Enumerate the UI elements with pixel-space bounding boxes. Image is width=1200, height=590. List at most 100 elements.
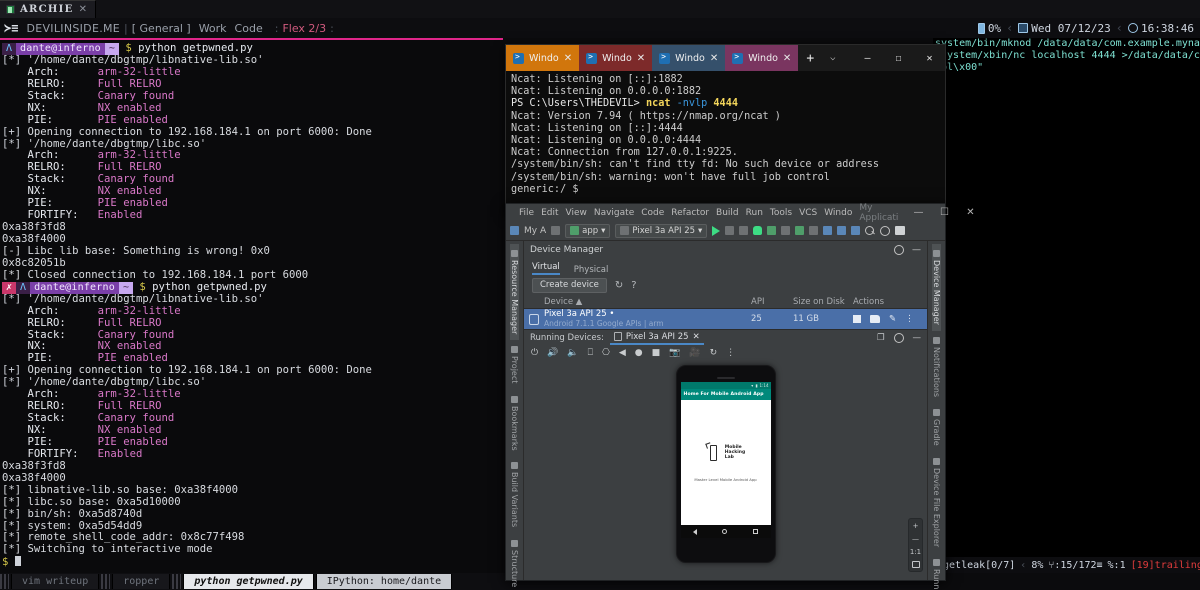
running-device-tab[interactable]: Pixel 3a API 25 ✕: [609, 330, 704, 345]
run-button-icon[interactable]: [712, 225, 721, 236]
windows-terminal-window[interactable]: Windo ✕ Windo ✕ Windo ✕ Windo ✕ + ⌵ —: [505, 44, 946, 215]
android-emulator-device[interactable]: ▾ ▮ 1:14 Home For Mobile Android App Mob…: [675, 365, 776, 563]
panel-icon[interactable]: ❐: [877, 333, 885, 343]
search-icon[interactable]: [865, 225, 875, 236]
workspace-code[interactable]: Code: [235, 22, 263, 35]
wm-tab-archie[interactable]: ARCHIE ✕: [0, 0, 96, 18]
menu-tools[interactable]: Tools: [770, 208, 792, 218]
close-button[interactable]: ✕: [914, 45, 945, 71]
menu-vcs[interactable]: VCS: [799, 208, 817, 218]
close-icon[interactable]: ✕: [637, 53, 645, 64]
taskbar-item-ropper[interactable]: ropper: [112, 574, 171, 589]
avd-manager-icon[interactable]: [823, 226, 833, 235]
tab-virtual[interactable]: Virtual: [532, 262, 560, 275]
stop-icon[interactable]: [853, 315, 861, 323]
tab-physical[interactable]: Physical: [574, 265, 609, 275]
reset-icon[interactable]: ↻: [710, 348, 718, 358]
stop-icon[interactable]: [809, 226, 819, 235]
close-icon[interactable]: ✕: [783, 53, 791, 64]
project-chip-label[interactable]: My A: [524, 226, 546, 236]
wt-tab-1[interactable]: Windo ✕: [579, 45, 653, 71]
terminal-window-left[interactable]: Λdante@inferno ~ $ python getpwned.py [*] …: [0, 38, 503, 573]
wt-tab-0[interactable]: Windo ✕: [506, 45, 580, 71]
sidebar-item-project[interactable]: Project: [510, 340, 519, 389]
sidebar-item-bookmarks[interactable]: Bookmarks: [510, 390, 519, 457]
menu-code[interactable]: Code: [641, 208, 664, 218]
sidebar-item-gradle[interactable]: Gradle: [932, 403, 941, 452]
recents-button[interactable]: [752, 529, 758, 534]
volume-down-icon[interactable]: 🔈: [567, 348, 578, 358]
close-icon[interactable]: ✕: [79, 4, 87, 15]
rerun-icon[interactable]: [725, 226, 735, 235]
minimize-icon[interactable]: —: [912, 245, 921, 255]
layout-icon[interactable]: [895, 226, 906, 235]
close-button[interactable]: ✕: [957, 207, 983, 218]
phone-screen[interactable]: ▾ ▮ 1:14 Home For Mobile Android App Mob…: [680, 382, 771, 538]
sidebar-item-device-manager[interactable]: Device Manager: [932, 244, 941, 331]
create-device-button[interactable]: Create device: [532, 277, 607, 293]
workspace-general[interactable]: [ General ]: [132, 22, 191, 35]
taskbar-item-ipython[interactable]: IPython: home/dante: [315, 574, 453, 589]
debug-icon[interactable]: [753, 226, 763, 235]
run-anything-icon[interactable]: [795, 226, 805, 235]
help-icon[interactable]: ?: [631, 280, 636, 291]
zoom-in-button[interactable]: +: [911, 521, 921, 530]
power-icon[interactable]: ⏻: [531, 348, 538, 358]
device-selector[interactable]: Pixel 3a API 25 ▾: [615, 223, 708, 238]
wm-layout-mode[interactable]: Flex 2/3: [282, 22, 326, 35]
more-icon[interactable]: ⋮: [726, 348, 735, 358]
menu-view[interactable]: View: [566, 208, 587, 218]
rotate-right-icon[interactable]: ⎔: [602, 348, 610, 358]
home-icon[interactable]: ●: [635, 348, 643, 358]
sdk-manager-icon[interactable]: [837, 226, 847, 235]
menu-refactor[interactable]: Refactor: [671, 208, 709, 218]
volume-up-icon[interactable]: 🔊: [547, 348, 558, 358]
sidebar-item-device-file-explorer[interactable]: Device File Explorer: [932, 452, 941, 553]
taskbar-item-vim-writeup[interactable]: vim writeup: [11, 574, 100, 589]
sidebar-item-resource-manager[interactable]: Resource Manager: [510, 244, 519, 341]
rotate-left-icon[interactable]: ⎕: [588, 348, 593, 358]
gear-icon[interactable]: [893, 332, 904, 343]
sidebar-item-running-devices[interactable]: Running Devices: [932, 553, 941, 590]
more-icon[interactable]: ⋮: [905, 314, 914, 324]
maximize-button[interactable]: ☐: [931, 207, 957, 218]
folder-icon[interactable]: [870, 315, 880, 323]
zoom-fit-button[interactable]: [911, 560, 921, 569]
menu-navigate[interactable]: Navigate: [594, 208, 634, 218]
zoom-actual-button[interactable]: 1:1: [910, 547, 921, 556]
close-icon[interactable]: ✕: [693, 332, 700, 342]
overview-icon[interactable]: ■: [652, 348, 661, 358]
workspace-work[interactable]: Work: [199, 22, 227, 35]
zoom-out-button[interactable]: —: [911, 534, 921, 543]
gear-icon[interactable]: [894, 245, 904, 255]
taskbar-item-python-getpwned[interactable]: python getpwned.py: [183, 574, 314, 589]
wt-tab-2[interactable]: Windo ✕: [652, 45, 726, 71]
sidebar-item-build-variants[interactable]: Build Variants: [510, 456, 519, 533]
chevron-down-icon[interactable]: ⌵: [822, 45, 843, 71]
sidebar-item-structure[interactable]: Structure: [510, 534, 519, 590]
minimize-button[interactable]: —: [852, 45, 883, 71]
android-studio-window[interactable]: File Edit View Navigate Code Refactor Bu…: [505, 203, 975, 590]
menu-file[interactable]: File: [519, 208, 534, 218]
new-tab-button[interactable]: +: [798, 45, 822, 71]
profile-icon[interactable]: [781, 226, 791, 235]
menu-window[interactable]: Windo: [824, 208, 852, 218]
emulator-stage[interactable]: ▾ ▮ 1:14 Home For Mobile Android App Mob…: [524, 361, 927, 580]
menu-edit[interactable]: Edit: [541, 208, 558, 218]
column-header-size[interactable]: Size on Disk: [793, 297, 853, 307]
menu-build[interactable]: Build: [716, 208, 739, 218]
table-row[interactable]: Pixel 3a API 25 • Android 7.1.1 Google A…: [524, 309, 927, 329]
home-button[interactable]: [722, 529, 728, 534]
close-icon[interactable]: ✕: [710, 53, 718, 64]
menu-run[interactable]: Run: [746, 208, 763, 218]
sync-gradle-icon[interactable]: [851, 226, 861, 235]
apply-changes-icon[interactable]: [739, 226, 749, 235]
minimize-icon[interactable]: —: [913, 333, 922, 343]
back-button[interactable]: [693, 528, 698, 535]
prompt-line-final[interactable]: $: [2, 556, 501, 568]
attach-debugger-icon[interactable]: [767, 226, 777, 235]
edit-icon[interactable]: ✎: [889, 314, 896, 324]
refresh-icon[interactable]: ↻: [615, 280, 623, 291]
back-icon[interactable]: ◀: [619, 348, 626, 358]
wt-tab-3[interactable]: Windo ✕: [725, 45, 799, 71]
